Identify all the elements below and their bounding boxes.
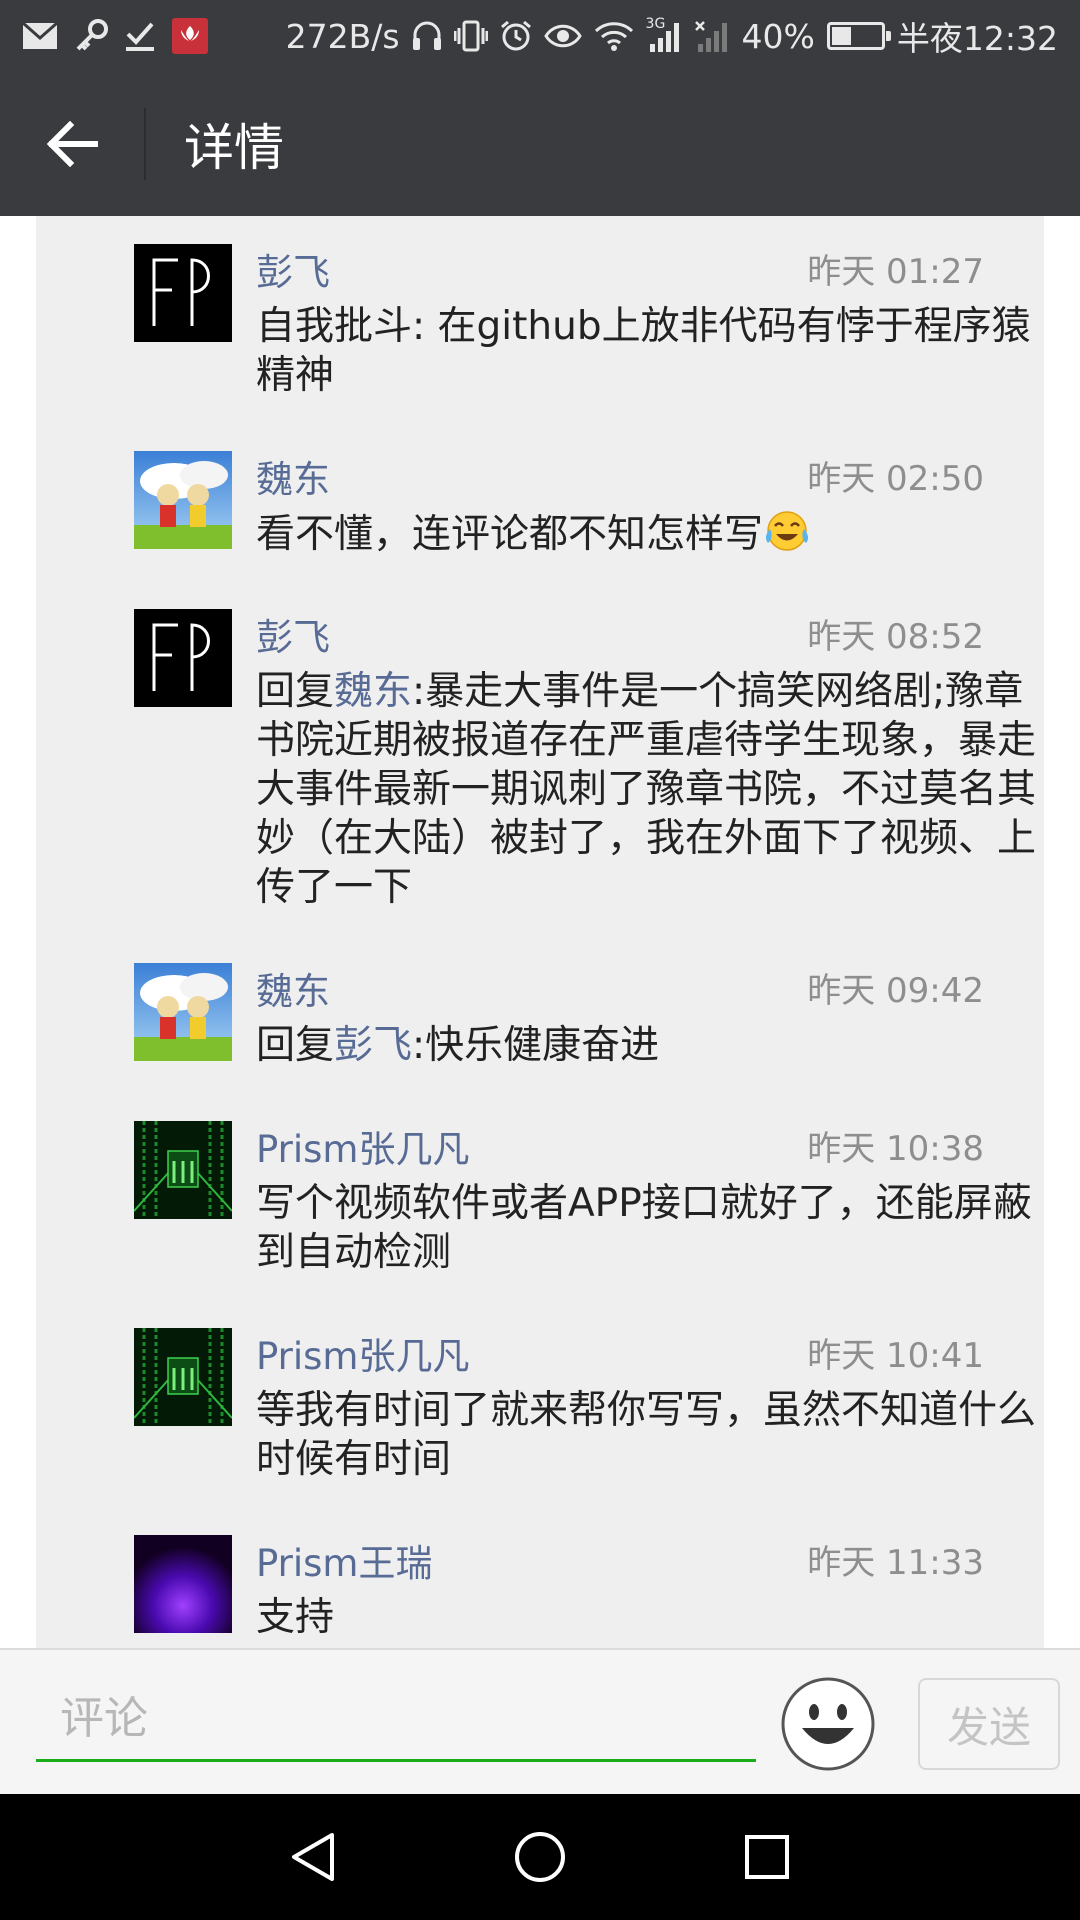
comment-time: 昨天 10:38 [807,1129,984,1169]
comment-author[interactable]: 魏东 [256,449,330,503]
back-button[interactable] [0,72,144,216]
avatar[interactable] [134,609,232,707]
nav-home-button[interactable] [485,1802,595,1912]
avatar[interactable] [134,1535,232,1633]
reply-mention[interactable]: 魏东 [334,669,412,714]
comment-body: 支持 [256,1595,335,1640]
status-left [22,18,208,54]
avatar[interactable] [134,451,232,549]
wifi-icon [594,21,634,51]
battery-fill [831,27,851,45]
comment-author[interactable]: 彭飞 [256,242,330,296]
arrow-left-icon [46,121,98,167]
signal-icon: 3G [646,16,682,52]
avatar[interactable] [134,1328,232,1426]
key-icon [74,19,108,53]
status-bar: 272B/s 3G 40% 半夜12:32 [0,0,1080,72]
reply-mention[interactable]: 彭飞 [334,1023,412,1068]
comment-text: 自我批斗: 在github上放非代码有悖于程序猿精神 [256,302,1036,400]
net-speed: 272B/s [285,16,400,56]
battery-icon [826,22,891,50]
no-signal-icon [694,20,730,52]
comment-text: 等我有时间了就来帮你写写，虽然不知道什么时候有时间 [256,1386,1036,1484]
comment-text: 回复魏东:暴走大事件是一个搞笑网络剧;豫章书院近期被报道存在严重虐待学生现象，暴… [256,667,1036,912]
title-bar: 详情 [0,72,1080,216]
avatar[interactable] [134,963,232,1061]
comment-body: 写个视频软件或者APP接口就好了，还能屏蔽到自动检测 [256,1181,1032,1275]
comment-input[interactable] [36,1678,756,1762]
comment-time: 昨天 11:33 [807,1543,984,1583]
network-type: 3G [645,16,666,32]
comments-scroll[interactable]: 彭飞 昨天 01:27 自我批斗: 在github上放非代码有悖于程序猿精神 魏… [0,216,1080,1648]
comment-body: 自我批斗: 在github上放非代码有悖于程序猿精神 [256,304,1031,398]
tears-of-joy-emoji [763,509,811,565]
battery-text: 40% [741,16,815,56]
comment-author[interactable]: 魏东 [256,961,330,1015]
title-divider [144,108,146,180]
status-right: 272B/s 3G 40% 半夜12:32 [286,12,1058,60]
comment-time: 昨天 01:27 [807,252,984,292]
comment-body: 看不懂，连评论都不知怎样写 [256,512,764,557]
nav-recents-button[interactable] [712,1802,822,1912]
eye-icon [543,23,582,49]
comment-input-bar: 发送 [0,1648,1080,1794]
comment-author[interactable]: Prism张几凡 [256,1326,469,1380]
nav-back-button[interactable] [258,1802,368,1912]
comment-time: 昨天 02:50 [807,459,984,499]
mail-icon [22,22,58,50]
comment-time: 昨天 10:41 [807,1336,984,1376]
comment-body: :快乐健康奋进 [412,1023,660,1068]
comment-text: 写个视频软件或者APP接口就好了，还能屏蔽到自动检测 [256,1179,1036,1277]
huawei-app-icon [172,18,208,54]
comment-time: 昨天 08:52 [807,617,984,657]
headset-icon [412,20,442,52]
reply-prefix: 回复 [256,1023,335,1068]
comment-author[interactable]: Prism王瑞 [256,1533,432,1587]
comments-panel: 彭飞 昨天 01:27 自我批斗: 在github上放非代码有悖于程序猿精神 魏… [36,216,1044,1648]
comment-author[interactable]: Prism张几凡 [256,1119,469,1173]
avatar[interactable] [134,244,232,342]
back-triangle-icon [292,1833,335,1881]
vibrate-icon [453,20,488,52]
comment-text: 回复彭飞:快乐健康奋进 [256,1021,1036,1070]
emoji-button[interactable] [780,1676,876,1772]
comment-text: 看不懂，连评论都不知怎样写 [256,509,1036,565]
comment-text: 支持 [256,1593,1036,1642]
home-circle-icon [514,1832,565,1882]
comment-body: 等我有时间了就来帮你写写，虽然不知道什么时候有时间 [256,1388,1037,1482]
recents-square-icon [744,1835,789,1879]
comment-author[interactable]: 彭飞 [256,607,330,661]
send-button[interactable]: 发送 [918,1678,1060,1770]
reply-prefix: 回复 [256,669,335,714]
comment-time: 昨天 09:42 [807,971,984,1011]
download-done-icon [124,20,156,52]
navigation-bar [0,1794,1080,1920]
clock: 半夜12:32 [896,19,1058,58]
smiley-face-icon [781,1677,875,1771]
alarm-icon [500,20,532,52]
page-title: 详情 [184,119,284,177]
avatar[interactable] [134,1121,232,1219]
